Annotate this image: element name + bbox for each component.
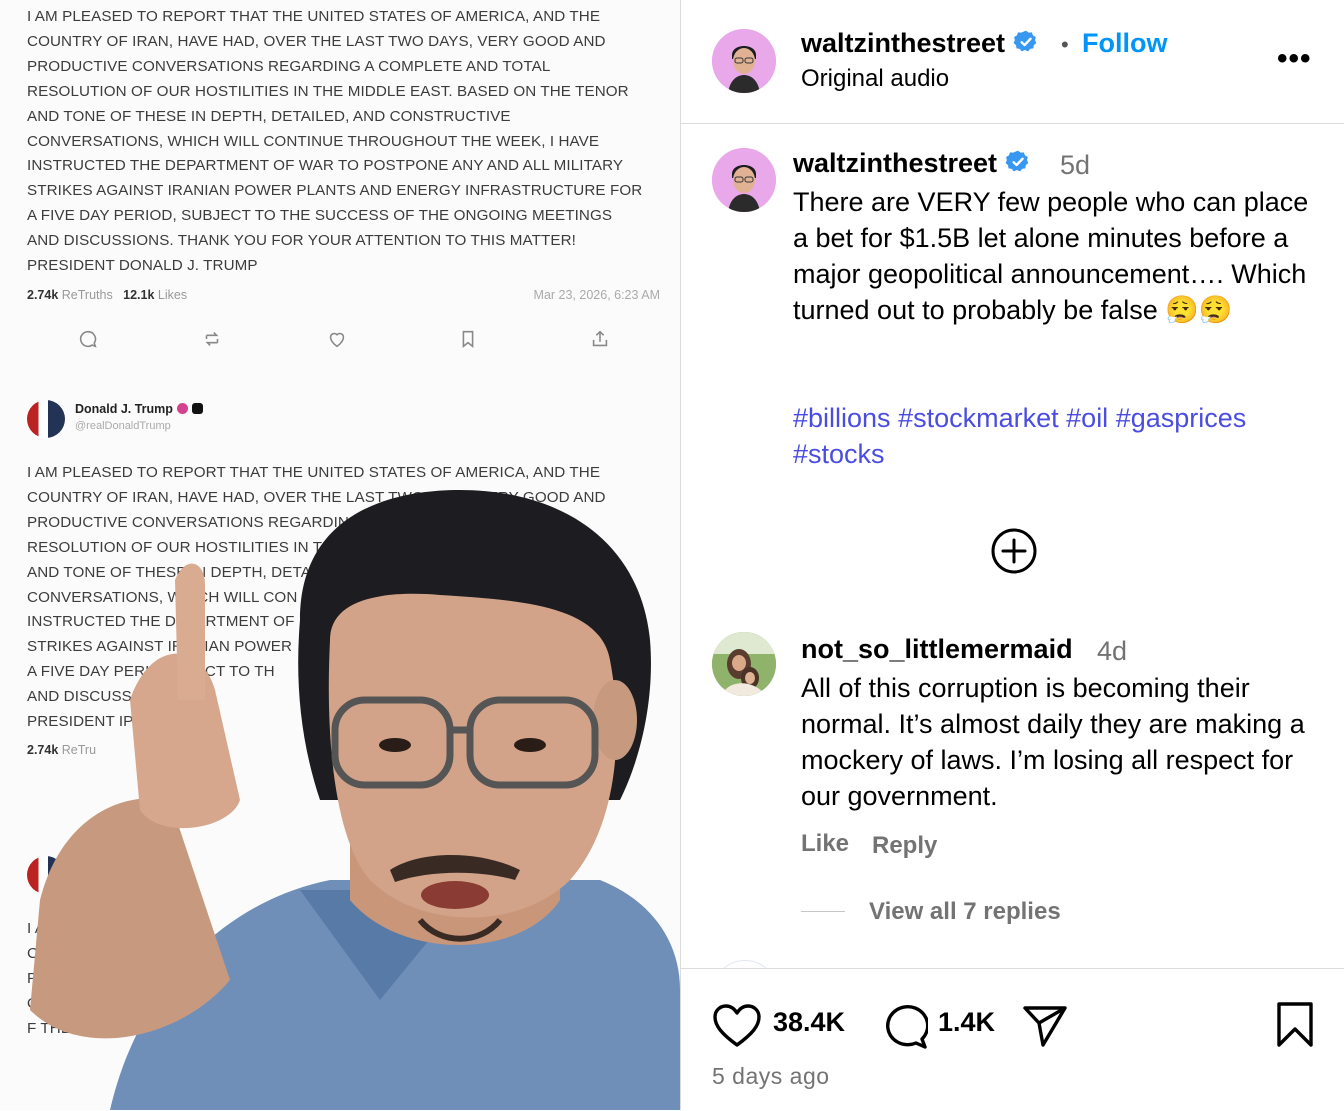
post-text: I AM O REPORT T CO RAN, HAV F CONVER OF … <box>27 920 156 1037</box>
post-text: I AM PLEASED TO REPORT THAT THE UNITED S… <box>27 8 643 275</box>
author-avatar <box>27 856 65 894</box>
post-stats: 2.74k ReTru <box>27 743 96 757</box>
comment-reply-button[interactable]: Reply <box>872 832 937 860</box>
replies-divider <box>801 911 845 912</box>
app-badge-icon <box>191 403 203 414</box>
hashtag-link[interactable]: #stocks <box>793 439 885 469</box>
hashtag-link[interactable]: #stockmarket <box>898 403 1059 433</box>
caption-text: There are VERY few people who can place … <box>793 187 1309 325</box>
comment-bubble-icon[interactable] <box>880 1003 928 1049</box>
posted-date: 5 days ago <box>712 1063 830 1089</box>
hashtag-link[interactable]: #gasprices <box>1116 403 1247 433</box>
post-details-panel: waltzinthestreet • Follow Original audio… <box>681 0 1344 1111</box>
like-icon <box>329 332 345 348</box>
likes-count: 12.1k <box>123 288 155 302</box>
follow-button[interactable]: Follow <box>1082 28 1167 59</box>
load-more-comments-icon[interactable] <box>991 528 1037 574</box>
share-paper-plane-icon[interactable] <box>1021 1003 1069 1049</box>
save-bookmark-icon[interactable] <box>1275 1001 1315 1049</box>
comment-text: All of this corruption is becoming their… <box>801 673 1305 811</box>
post-date: Mar 23, 2026, 6:23 AM <box>533 288 660 302</box>
avatar-photo <box>712 632 776 696</box>
caption-hashtags: #billions #stockmarket #oil #gasprices #… <box>793 400 1323 472</box>
post-actions-footer: 38.4K 1.4K 5 days ago <box>681 968 1344 1111</box>
post-action-row <box>0 328 680 352</box>
reply-icon <box>79 330 97 348</box>
upload-icon <box>592 330 608 347</box>
likes-label: Likes <box>157 288 188 302</box>
hashtag-link[interactable]: #billions <box>793 403 891 433</box>
retruths-label: ReTruths <box>61 288 113 302</box>
caption-timestamp[interactable]: 5d <box>1060 150 1090 181</box>
author-handle: @realDonaldTrump <box>75 420 171 432</box>
bookmark-icon <box>462 330 474 348</box>
like-count[interactable]: 38.4K <box>773 1007 845 1038</box>
avatar-portrait <box>712 148 776 212</box>
reel-video[interactable]: I AM PLEASED TO REPORT THAT THE UNITED S… <box>0 0 681 1110</box>
author-name: Donald J. Trump <box>75 402 173 416</box>
post-text: I AM PLEASED TO REPORT THAT THE UNITED S… <box>27 464 606 731</box>
post-stats: 2.74k ReTruths 12.1k Likes <box>27 288 187 302</box>
author-avatar <box>27 400 65 438</box>
commenter-username[interactable]: not_so_littlemermaid <box>801 634 1073 665</box>
commenter-avatar[interactable] <box>712 632 776 696</box>
comment-count[interactable]: 1.4K <box>938 1007 995 1038</box>
retruths-count: 2.74k <box>27 743 59 757</box>
verified-badge-icon <box>1013 30 1036 52</box>
verified-badge-icon <box>1005 150 1028 172</box>
caption-username[interactable]: waltzinthestreet <box>793 148 997 178</box>
retruths-label: ReTru <box>61 743 97 757</box>
comment-timestamp[interactable]: 4d <box>1097 636 1127 667</box>
audio-label[interactable]: Original audio <box>801 65 949 93</box>
author-avatar[interactable] <box>712 29 776 93</box>
like-heart-icon[interactable] <box>712 1003 762 1049</box>
more-options-icon[interactable]: ••• <box>1277 42 1312 76</box>
retruths-count: 2.74k <box>27 288 59 302</box>
post-header: waltzinthestreet • Follow Original audio… <box>681 0 1344 124</box>
retruth-icon <box>205 332 219 346</box>
username[interactable]: waltzinthestreet <box>801 28 1005 58</box>
hashtag-link[interactable]: #oil <box>1066 403 1108 433</box>
view-replies-button[interactable]: View all 7 replies <box>869 898 1061 926</box>
avatar-portrait <box>712 29 776 93</box>
caption-avatar[interactable] <box>712 148 776 212</box>
header-separator: • <box>1061 32 1069 57</box>
verified-badge-icon <box>176 403 188 414</box>
comment-like-button[interactable]: Like <box>801 830 849 858</box>
